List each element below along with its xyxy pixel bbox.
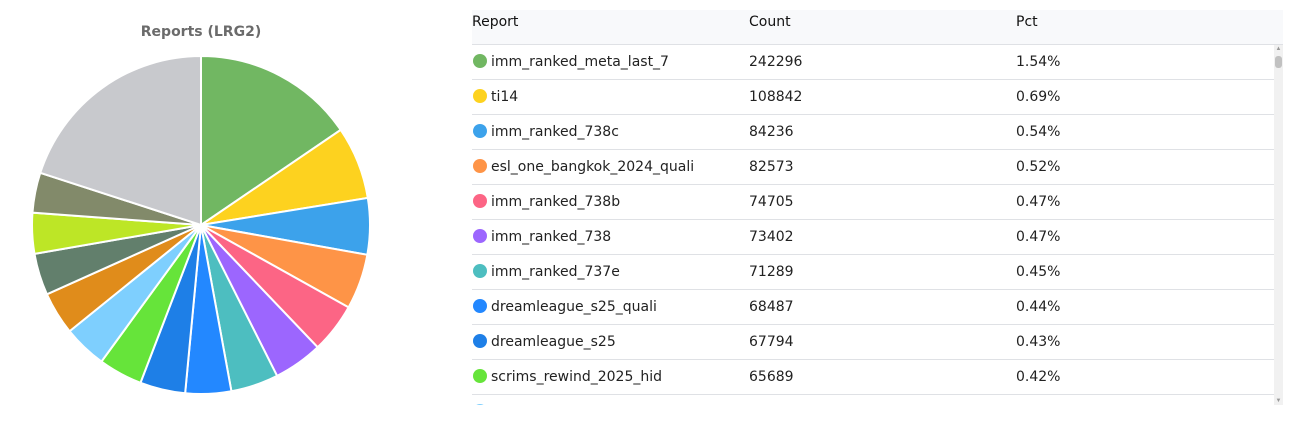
scroll-thumb[interactable] [1275, 56, 1282, 68]
table-row[interactable]: scrims_rewind_2025_hid 65689 0.42% [472, 360, 1274, 395]
report-count: 71289 [749, 264, 794, 280]
report-count: 108842 [749, 89, 803, 105]
report-name: imm_ranked_738b [491, 194, 621, 210]
report-name: scrims_rewind_2025_hid [491, 369, 663, 385]
report-count: 68487 [749, 299, 794, 315]
header-report[interactable]: Report [472, 14, 518, 30]
report-name: imm_ranked_737e [491, 264, 620, 280]
report-name: dreamleague_s25_quali [491, 299, 657, 315]
table-body[interactable]: imm_ranked_meta_last_7 242296 1.54% ti14 108… [472, 45, 1274, 405]
legend-color-dot-icon [473, 229, 487, 243]
report-pct: 0.44% [1016, 299, 1061, 315]
report-count: 82573 [749, 159, 794, 175]
scroll-up-arrow-icon[interactable]: ▲ [1274, 45, 1283, 53]
report-pct: 0.42% [1016, 369, 1061, 385]
report-name: imm_ranked_meta_last_7 [491, 54, 669, 70]
table-header: Report Count Pct [472, 10, 1283, 45]
report-pct: 0.43% [1016, 334, 1061, 350]
report-pct: 0.45% [1016, 264, 1061, 280]
table-row[interactable]: imm_ranked_738b 74705 0.47% [472, 185, 1274, 220]
table-row[interactable]: dreamleague_s25_quali 68487 0.44% [472, 290, 1274, 325]
table-row[interactable]: imm_ranked_737e 71289 0.45% [472, 255, 1274, 290]
report-count: 73402 [749, 229, 794, 245]
report-pct: 0.47% [1016, 194, 1061, 210]
legend-color-dot-icon [473, 369, 487, 383]
report-count: 74705 [749, 194, 794, 210]
report-name: imm_ranked_738c [491, 124, 619, 140]
legend-color-dot-icon [473, 334, 487, 348]
report-count: 65689 [749, 369, 794, 385]
legend-color-dot-icon [473, 299, 487, 313]
table-row[interactable]: esl_one_bangkok_2024_quali 82573 0.52% [472, 150, 1274, 185]
header-pct[interactable]: Pct [1016, 14, 1038, 30]
legend-color-dot-icon [473, 194, 487, 208]
report-name: ti14 [491, 89, 519, 105]
scrollbar[interactable]: ▲ ▼ [1274, 45, 1283, 405]
legend-color-dot-icon [473, 159, 487, 173]
report-pct: 0.54% [1016, 124, 1061, 140]
legend-color-dot-icon [473, 54, 487, 68]
report-count: 242296 [749, 54, 803, 70]
table-row[interactable]: imm_ranked_738 73402 0.47% [472, 220, 1274, 255]
table-row[interactable]: dreamleague_s25 67794 0.43% [472, 325, 1274, 360]
scroll-down-arrow-icon[interactable]: ▼ [1274, 397, 1283, 405]
table-row[interactable]: imm_ranked_meta_last_7 242296 1.54% [472, 45, 1274, 80]
table-row[interactable] [472, 395, 1274, 405]
report-count: 84236 [749, 124, 794, 140]
table-row[interactable]: ti14 108842 0.69% [472, 80, 1274, 115]
legend-color-dot-icon [473, 264, 487, 278]
legend-color-dot-icon [473, 124, 487, 138]
legend-color-dot-icon [473, 404, 487, 405]
report-pct: 0.47% [1016, 229, 1061, 245]
pie-chart [31, 54, 371, 395]
report-pct: 0.52% [1016, 159, 1061, 175]
pie-chart-panel: Reports (LRG2) [0, 0, 420, 426]
report-pct: 0.69% [1016, 89, 1061, 105]
table-row[interactable]: imm_ranked_738c 84236 0.54% [472, 115, 1274, 150]
report-name: dreamleague_s25 [491, 334, 616, 350]
legend-color-dot-icon [473, 89, 487, 103]
reports-table: Report Count Pct imm_ranked_meta_last_7 2… [472, 0, 1283, 410]
report-count: 67794 [749, 334, 794, 350]
report-name: imm_ranked_738 [491, 229, 612, 245]
header-count[interactable]: Count [749, 14, 791, 30]
report-name: esl_one_bangkok_2024_quali [491, 159, 695, 175]
report-pct: 1.54% [1016, 54, 1061, 70]
